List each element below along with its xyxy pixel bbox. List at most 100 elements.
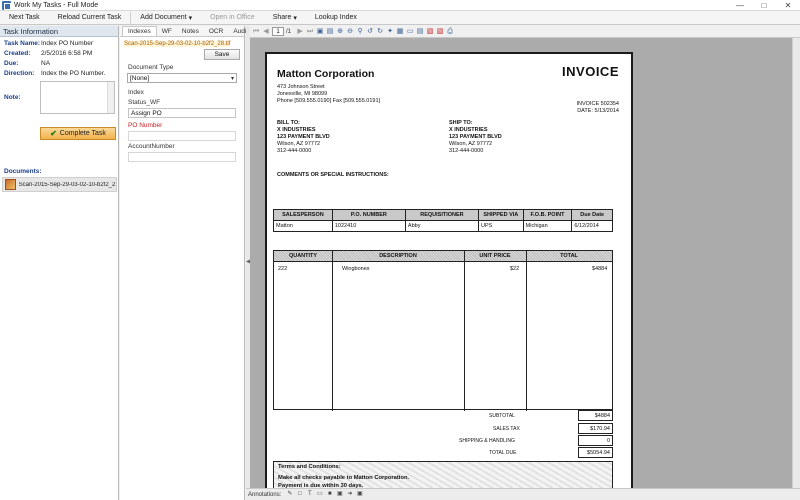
bill-to-line: 123 PAYMENT BLVD — [277, 134, 330, 140]
save-button[interactable]: Save — [204, 49, 240, 60]
tab-ocr[interactable]: OCR — [204, 26, 228, 36]
terms-line: Make all checks payable to Matton Corpor… — [278, 475, 410, 481]
add-document-menu[interactable]: Add Document ▾ — [131, 11, 201, 25]
invoice-date: DATE: 5/13/2014 — [577, 108, 619, 114]
highlight-icon[interactable]: ✎ — [286, 491, 293, 498]
lookup-index-button[interactable]: Lookup Index — [306, 11, 366, 25]
ship-to-line: 312-444-0000 — [449, 148, 484, 154]
minimize-icon[interactable]: — — [728, 0, 752, 11]
page-number-input[interactable]: 1 — [272, 27, 284, 36]
task-name-value: Index PO Number — [41, 40, 94, 47]
reload-task-button[interactable]: Reload Current Task — [49, 11, 131, 25]
total-due-value: $5054.94 — [578, 447, 613, 458]
account-number-field[interactable] — [128, 152, 236, 162]
index-panel: Indexes WF Notes OCR Audit Scan-2015-Sep… — [120, 26, 248, 500]
account-number-label: AccountNumber — [128, 143, 175, 150]
select-icon[interactable]: ✦ — [386, 28, 394, 36]
last-page-icon[interactable]: ⏭ — [306, 28, 314, 36]
column-header: F.O.B. POINT — [522, 209, 573, 221]
item-total: $4884 — [592, 266, 608, 272]
table-cell: Michigan — [522, 220, 573, 232]
column-header: TOTAL — [560, 253, 578, 259]
column-header: Due Date — [571, 209, 613, 221]
po-number-field[interactable] — [128, 131, 236, 141]
zoom-out-icon[interactable]: ⊖ — [346, 28, 354, 36]
arrow-icon[interactable]: ➜ — [346, 491, 353, 498]
tab-notes[interactable]: Notes — [177, 26, 204, 36]
document-list-item[interactable]: Scan-2015-Sep-29-03-02-10-b2f2_2... — [2, 177, 117, 192]
zoom-in-icon[interactable]: ⊕ — [336, 28, 344, 36]
column-divider — [464, 251, 465, 411]
task-info-panel: Task Information Task Name: Index PO Num… — [0, 26, 119, 500]
company-name: Matton Corporation — [277, 68, 375, 80]
note-label: Note: — [4, 94, 21, 101]
column-header: DESCRIPTION — [379, 253, 417, 259]
bill-to-label: BILL TO: — [277, 120, 301, 126]
table-cell: Abby — [404, 220, 479, 232]
viewer-toolbar: ⏮ ◀ 1 /1 ▶ ⏭ ▣ ▤ ⊕ ⊖ ⚲ ↺ ↻ ✦ ▦ ▭ ▤ ▧ ▧ ⎙ — [250, 26, 800, 38]
thumbnails-icon[interactable]: ▦ — [396, 28, 404, 36]
ship-to-line: X INDUSTRIES — [449, 127, 488, 133]
pdf-icon[interactable]: ▧ — [426, 28, 434, 36]
created-label: Created: — [4, 50, 31, 57]
window-title: Work My Tasks - Full Mode — [14, 1, 99, 9]
table-header-row: SALESPERSON P.O. NUMBER REQUISITIONER SH… — [273, 209, 613, 221]
current-filename: Scan-2015-Sep-29-03-02-10-b2f2_28.tif — [124, 41, 231, 47]
fit-page-icon[interactable]: ▣ — [316, 28, 324, 36]
fit-width-icon[interactable]: ▤ — [326, 28, 334, 36]
maximize-icon[interactable]: □ — [752, 0, 776, 11]
column-header: P.O. NUMBER — [331, 209, 406, 221]
chevron-down-icon: ▾ — [293, 14, 297, 22]
terms-title: Terms and Conditions: — [278, 464, 341, 470]
company-address-line2: Jonesville, MI 98099 — [277, 91, 328, 97]
document-viewer: ⏮ ◀ 1 /1 ▶ ⏭ ▣ ▤ ⊕ ⊖ ⚲ ↺ ↻ ✦ ▦ ▭ ▤ ▧ ▧ ⎙… — [250, 26, 800, 500]
bill-to-block: BILL TO: X INDUSTRIES 123 PAYMENT BLVD W… — [277, 120, 330, 155]
redact-icon[interactable]: ■ — [326, 491, 333, 498]
document-type-select[interactable]: [None] ▾ — [127, 73, 237, 83]
terms-box: Terms and Conditions: Make all checks pa… — [273, 461, 613, 490]
previous-page-icon[interactable]: ◀ — [262, 28, 270, 36]
document-icon[interactable]: ▤ — [416, 28, 424, 36]
print-icon[interactable]: ⎙ — [446, 28, 454, 36]
bill-to-line: X INDUSTRIES — [277, 127, 316, 133]
add-document-label: Add Document — [140, 14, 187, 21]
table-cell: 6/12/2014 — [571, 220, 613, 232]
zoom-icon[interactable]: ⚲ — [356, 28, 364, 36]
next-task-button[interactable]: Next Task — [0, 11, 49, 25]
ship-to-line: Wilson, AZ 97772 — [449, 141, 493, 147]
sticky-note-icon[interactable]: □ — [296, 491, 303, 498]
status-wf-field[interactable]: Assign PO — [128, 108, 236, 118]
share-menu[interactable]: Share ▾ — [264, 11, 306, 25]
ship-to-line: 123 PAYMENT BLVD — [449, 134, 502, 140]
first-page-icon[interactable]: ⏮ — [252, 28, 260, 36]
created-value: 2/5/2016 6:58 PM — [41, 50, 93, 57]
pdf-export-icon[interactable]: ▧ — [436, 28, 444, 36]
rotate-right-icon[interactable]: ↻ — [376, 28, 384, 36]
column-header: SHIPPED VIA — [477, 209, 524, 221]
app-icon — [2, 0, 11, 10]
tab-wf[interactable]: WF — [157, 26, 177, 36]
save-icon[interactable]: ▣ — [356, 491, 363, 498]
document-type-label: Document Type — [128, 64, 174, 71]
stamp-icon[interactable]: ▣ — [336, 491, 343, 498]
single-page-icon[interactable]: ▭ — [406, 28, 414, 36]
sales-tax-value: $170.94 — [578, 423, 613, 434]
index-section-label: Index — [128, 89, 144, 96]
task-name-label: Task Name: — [4, 40, 41, 47]
column-header: SALESPERSON — [273, 209, 333, 221]
status-wf-label: Status_WF — [128, 99, 161, 106]
table-row: Matton 1022410 Abby UPS Michigan 6/12/20… — [273, 220, 613, 232]
vertical-scrollbar[interactable] — [792, 38, 800, 488]
note-textarea[interactable] — [40, 81, 115, 114]
close-icon[interactable]: ✕ — [776, 0, 800, 11]
text-icon[interactable]: T — [306, 491, 313, 498]
complete-task-label: Complete Task — [59, 130, 106, 137]
tab-indexes[interactable]: Indexes — [122, 26, 157, 36]
rectangle-icon[interactable]: ▭ — [316, 491, 323, 498]
column-divider — [526, 251, 527, 411]
complete-task-button[interactable]: ✔ Complete Task — [40, 127, 116, 140]
table-cell: UPS — [477, 220, 524, 232]
rotate-left-icon[interactable]: ↺ — [366, 28, 374, 36]
next-page-icon[interactable]: ▶ — [296, 28, 304, 36]
bill-to-line: 312-444-0000 — [277, 148, 312, 154]
